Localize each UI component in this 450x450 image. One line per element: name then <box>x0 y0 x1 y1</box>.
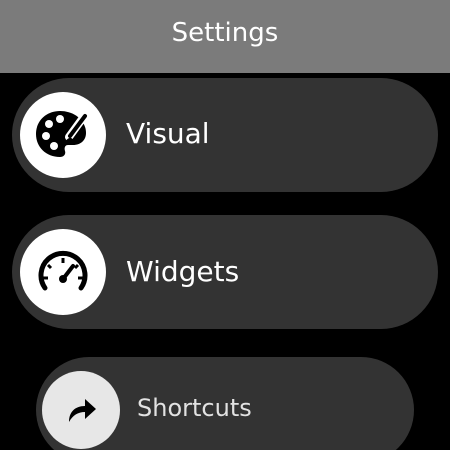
speedometer-icon <box>35 248 91 296</box>
menu-item-widgets[interactable]: Widgets <box>12 215 438 329</box>
shortcuts-icon-circle <box>42 371 120 449</box>
menu-item-visual[interactable]: Visual <box>12 78 438 192</box>
menu-item-label: Shortcuts <box>137 394 252 422</box>
page-title: Settings <box>171 17 279 48</box>
menu-item-label: Widgets <box>126 255 240 288</box>
watch-screen: Settings Visual Widgets Shortcuts <box>0 0 450 450</box>
visual-icon-circle <box>20 92 106 178</box>
palette-icon <box>33 107 93 163</box>
menu-item-label: Visual <box>126 117 210 150</box>
shortcut-arrow-icon <box>61 390 101 430</box>
header-bar: Settings <box>0 0 450 73</box>
widgets-icon-circle <box>20 229 106 315</box>
menu-item-shortcuts[interactable]: Shortcuts <box>36 357 414 450</box>
